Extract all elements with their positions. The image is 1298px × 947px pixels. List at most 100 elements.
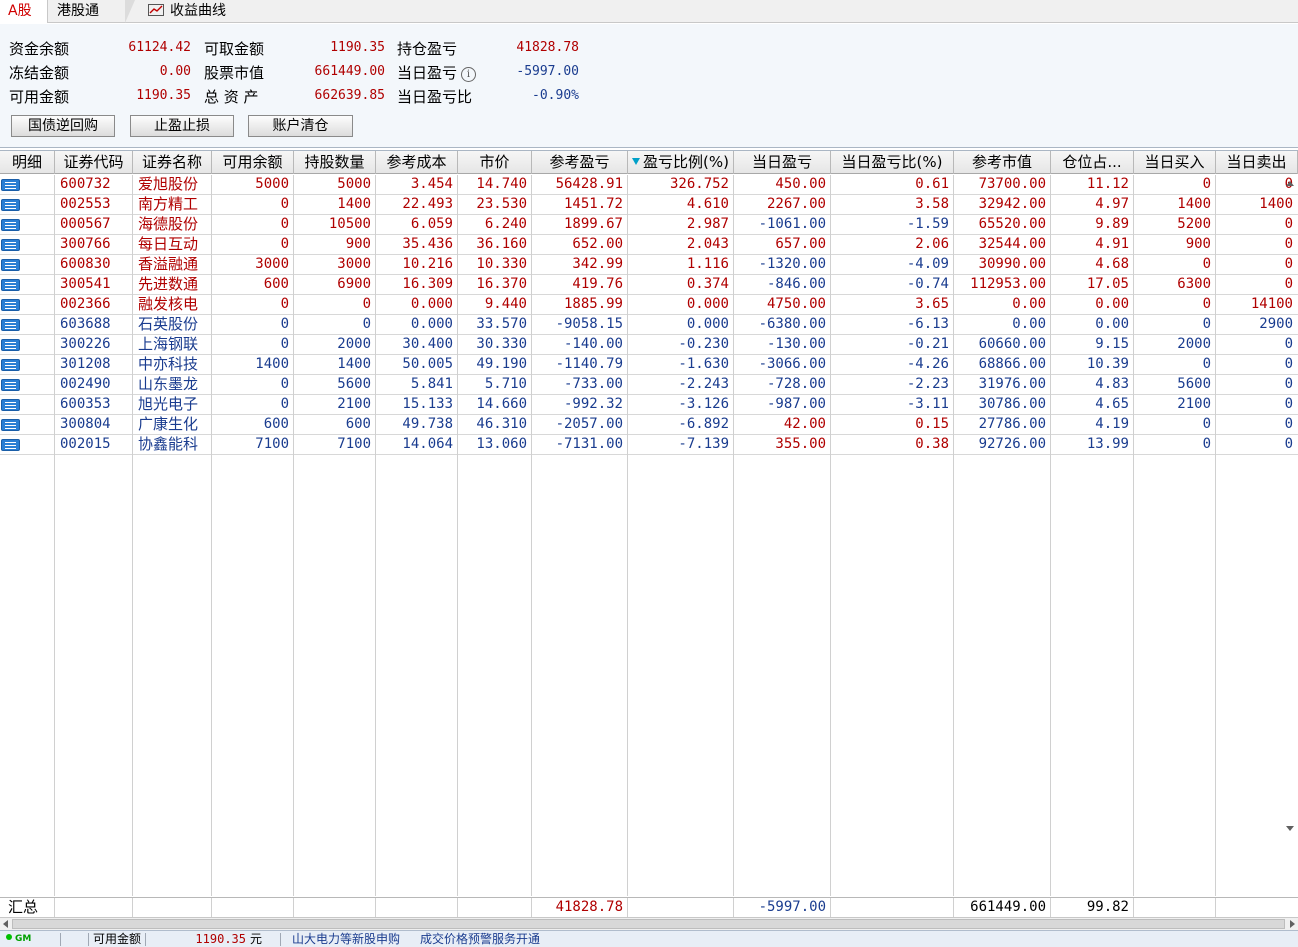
detail-list-icon[interactable] <box>1 179 20 191</box>
cell-todayratio: -2.23 <box>906 376 949 392</box>
cell-todayratio: -0.74 <box>906 276 949 292</box>
cell-avail: 1400 <box>255 356 289 372</box>
stock-value-value: 661449.00 <box>314 64 385 79</box>
cell-cost: 0.000 <box>410 316 453 332</box>
ipo-notice-link[interactable]: 山大电力等新股申购 <box>292 931 400 947</box>
scroll-right-icon[interactable] <box>1290 920 1295 928</box>
tab-hk-connect[interactable]: 港股通 <box>49 0 135 23</box>
detail-list-icon[interactable] <box>1 279 20 291</box>
table-row[interactable]: 002490 山东墨龙 0 5600 5.841 5.710 -733.00 -2.243 -7… <box>0 375 1298 395</box>
detail-list-icon[interactable] <box>1 259 20 271</box>
cell-refpnl: -992.32 <box>563 396 623 412</box>
column-header-pnlratio[interactable]: 盈亏比例(%) <box>628 151 734 174</box>
cell-cost: 16.309 <box>402 276 453 292</box>
cell-price: 33.570 <box>476 316 527 332</box>
tab-a-shares[interactable]: A股 <box>0 0 48 23</box>
cell-todayratio: -6.13 <box>906 316 949 332</box>
reverse-repo-button[interactable]: 国债逆回购 <box>11 115 115 137</box>
table-row[interactable]: 002366 融发核电 0 0 0.000 9.440 1885.99 0.000 4750.0… <box>0 295 1298 315</box>
table-row[interactable]: 300541 先进数通 600 6900 16.309 16.370 419.76 0.374… <box>0 275 1298 295</box>
column-header-sell[interactable]: 当日卖出 <box>1216 151 1298 174</box>
cell-posratio: 4.97 <box>1095 196 1129 212</box>
cell-refpnl: 652.00 <box>572 236 623 252</box>
column-header-detail[interactable]: 明细 <box>0 151 55 174</box>
table-row[interactable]: 603688 石英股份 0 0 0.000 33.570 -9058.15 0.000 -638… <box>0 315 1298 335</box>
cell-qty: 5000 <box>337 176 371 192</box>
withdrawable-label: 可取金额 <box>204 40 265 58</box>
column-header-qty[interactable]: 持股数量 <box>294 151 376 174</box>
status-dot-icon <box>6 934 12 940</box>
column-header-todayratio[interactable]: 当日盈亏比(%) <box>831 151 954 174</box>
column-header-cost[interactable]: 参考成本 <box>376 151 458 174</box>
cell-refpnl: 56428.91 <box>555 176 623 192</box>
cell-price: 36.160 <box>476 236 527 252</box>
table-row[interactable]: 301208 中亦科技 1400 1400 50.005 49.190 -1140.79 -1… <box>0 355 1298 375</box>
column-header-posratio[interactable]: 仓位占... <box>1051 151 1134 174</box>
position-pnl-value: 41828.78 <box>516 40 579 55</box>
detail-list-icon[interactable] <box>1 219 20 231</box>
column-header-todaypnl[interactable]: 当日盈亏 <box>734 151 831 174</box>
stock-value-label: 股票市值 <box>204 64 265 82</box>
cell-todaypnl: 657.00 <box>775 236 826 252</box>
detail-list-icon[interactable] <box>1 239 20 251</box>
table-row[interactable]: 000567 海德股份 0 10500 6.059 6.240 1899.67 2.987 -1… <box>0 215 1298 235</box>
scrollbar-thumb[interactable] <box>12 919 1285 929</box>
cell-name: 石英股份 <box>138 315 199 333</box>
scroll-up-icon[interactable] <box>1286 181 1294 186</box>
column-header-avail[interactable]: 可用余额 <box>212 151 294 174</box>
cell-price: 10.330 <box>476 256 527 272</box>
cell-sell: 0 <box>1284 276 1293 292</box>
cell-price: 6.240 <box>484 216 527 232</box>
table-row[interactable]: 300804 广康生化 600 600 49.738 46.310 -2057.00 -6.8… <box>0 415 1298 435</box>
info-icon[interactable]: i <box>461 67 477 82</box>
table-row[interactable]: 002553 南方精工 0 1400 22.493 23.530 1451.72 4.610 2… <box>0 195 1298 215</box>
cell-buy: 900 <box>1185 236 1211 252</box>
column-header-price[interactable]: 市价 <box>458 151 532 174</box>
table-row[interactable]: 300226 上海钢联 0 2000 30.400 30.330 -140.00 -0.230… <box>0 335 1298 355</box>
table-row[interactable]: 600830 香溢融通 3000 3000 10.216 10.330 342.99 1.11… <box>0 255 1298 275</box>
cell-todaypnl: -728.00 <box>766 376 826 392</box>
cell-qty: 0 <box>362 296 371 312</box>
cell-todayratio: -4.26 <box>906 356 949 372</box>
cell-todayratio: 0.38 <box>915 436 949 452</box>
stop-profit-loss-button[interactable]: 止盈止损 <box>130 115 234 137</box>
tab-return-curve[interactable]: 收益曲线 <box>140 0 250 23</box>
detail-list-icon[interactable] <box>1 299 20 311</box>
cell-todaypnl: -1320.00 <box>758 256 826 272</box>
table-row[interactable]: 002015 协鑫能科 7100 7100 14.064 13.060 -7131.00 -7… <box>0 435 1298 455</box>
column-header-mktval[interactable]: 参考市值 <box>954 151 1051 174</box>
total-label: 汇总 <box>8 898 39 916</box>
table-row[interactable]: 600732 爱旭股份 5000 5000 3.454 14.740 56428.91 326… <box>0 175 1298 195</box>
detail-list-icon[interactable] <box>1 359 20 371</box>
table-row[interactable]: 600353 旭光电子 0 2100 15.133 14.660 -992.32 -3.126… <box>0 395 1298 415</box>
detail-list-icon[interactable] <box>1 199 20 211</box>
column-header-name[interactable]: 证券名称 <box>133 151 212 174</box>
horizontal-scrollbar[interactable] <box>0 917 1298 930</box>
price-alert-link[interactable]: 成交价格预警服务开通 <box>420 931 540 947</box>
cell-avail: 0 <box>280 336 289 352</box>
detail-list-icon[interactable] <box>1 419 20 431</box>
cell-qty: 7100 <box>337 436 371 452</box>
column-header-buy[interactable]: 当日买入 <box>1134 151 1216 174</box>
scroll-down-icon[interactable] <box>1286 826 1294 831</box>
detail-list-icon[interactable] <box>1 379 20 391</box>
cell-posratio: 4.91 <box>1095 236 1129 252</box>
cell-todayratio: -3.11 <box>906 396 949 412</box>
detail-list-icon[interactable] <box>1 339 20 351</box>
column-header-label: 可用余额 <box>222 153 283 171</box>
detail-list-icon[interactable] <box>1 399 20 411</box>
cell-buy: 5200 <box>1177 216 1211 232</box>
detail-list-icon[interactable] <box>1 319 20 331</box>
cell-pnlratio: 2.987 <box>686 216 729 232</box>
column-header-label: 当日卖出 <box>1226 153 1287 171</box>
column-header-refpnl[interactable]: 参考盈亏 <box>532 151 628 174</box>
funds-balance-label: 资金余额 <box>9 40 70 58</box>
column-header-code[interactable]: 证券代码 <box>55 151 133 174</box>
clear-positions-button[interactable]: 账户清仓 <box>248 115 353 137</box>
scroll-left-icon[interactable] <box>3 920 8 928</box>
gm-indicator: GM <box>6 931 31 947</box>
column-header-label: 当日买入 <box>1144 153 1205 171</box>
detail-list-icon[interactable] <box>1 439 20 451</box>
table-row[interactable]: 300766 每日互动 0 900 35.436 36.160 652.00 2.043 657… <box>0 235 1298 255</box>
cell-price: 46.310 <box>476 416 527 432</box>
